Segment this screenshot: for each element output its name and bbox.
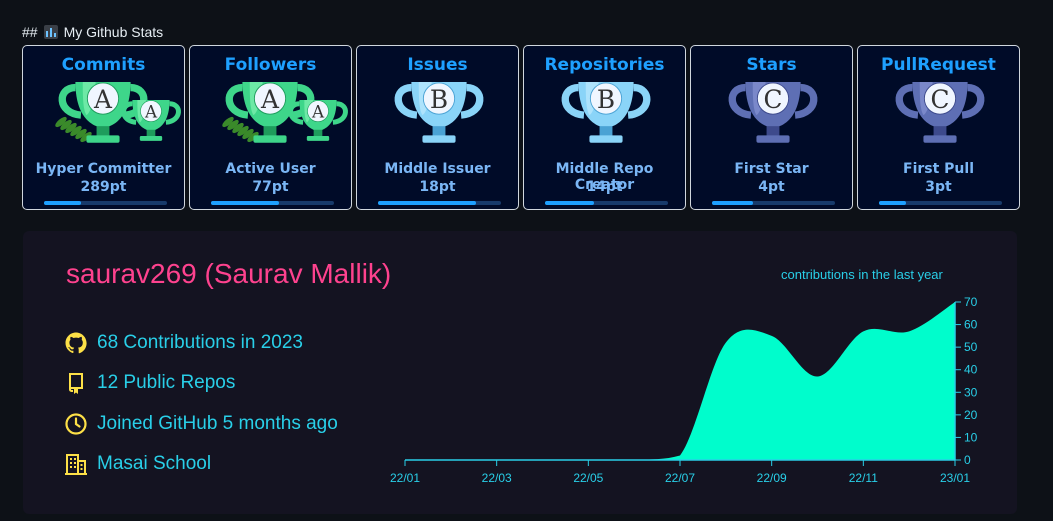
section-heading: ## My Github Stats <box>22 24 163 40</box>
svg-text:B: B <box>430 85 448 114</box>
trophy-name: First Star <box>734 161 809 177</box>
trophy-card-stars: Stars C First Star 4pt <box>690 45 853 210</box>
trophy-small-cup: A <box>288 100 348 141</box>
trophy-progress-bar <box>44 201 167 205</box>
trophy-name: First Pull <box>903 161 974 177</box>
github-stats-card: saurav269 (Saurav Mallik) 68 Contributio… <box>23 231 1017 514</box>
trophy-card-commits: Commits A A Hyper Committer 289pt <box>22 45 185 210</box>
svg-text:A: A <box>260 85 280 114</box>
trophy-progress-fill <box>378 201 477 205</box>
y-tick-label: 30 <box>964 385 978 399</box>
y-tick-label: 60 <box>964 318 978 332</box>
x-tick-label: 22/05 <box>573 471 603 485</box>
trophy-title: Repositories <box>544 55 665 75</box>
trophy-small-cup: A <box>121 100 181 141</box>
trophy-title: Stars <box>746 55 797 75</box>
x-tick-label: 22/07 <box>665 471 695 485</box>
trophy-title: Followers <box>224 55 317 75</box>
trophy-card-repositories: Repositories B Middle Repo Creator 14pt <box>523 45 686 210</box>
svg-text:A: A <box>311 101 325 121</box>
contributions-chart: 22/01 22/03 22/05 22/07 22/09 22/11 23/01 0 10 20… <box>390 295 978 485</box>
bar-chart-icon <box>43 25 58 39</box>
heading-text: My Github Stats <box>63 24 164 40</box>
trophy-cup-icon: A A <box>55 82 181 143</box>
y-tick-label: 0 <box>964 453 971 467</box>
y-tick-label: 20 <box>964 408 978 422</box>
x-tick-label: 22/01 <box>390 471 420 485</box>
trophy-title: Issues <box>407 55 468 75</box>
trophy-main-cup: C <box>895 82 985 143</box>
trophy-main-cup: C <box>728 82 818 143</box>
trophy-points: 289pt <box>80 179 127 195</box>
x-tick-label: 22/09 <box>757 471 787 485</box>
trophy-points: 3pt <box>925 179 952 195</box>
svg-text:B: B <box>597 85 615 114</box>
trophy-title: Commits <box>61 55 146 75</box>
trophy-card-issues: Issues B Middle Issuer 18pt <box>356 45 519 210</box>
svg-text:C: C <box>931 85 950 114</box>
trophy-card-followers: Followers A A Active User 77pt <box>189 45 352 210</box>
trophy-cup-icon: B <box>561 82 651 143</box>
y-tick-label: 10 <box>964 430 978 444</box>
trophy-name: Hyper Committer <box>35 161 172 177</box>
trophy-progress-fill <box>879 201 907 205</box>
trophy-title: PullRequest <box>881 55 996 75</box>
trophy-main-cup: B <box>561 82 651 143</box>
contributions-area <box>405 302 955 460</box>
trophy-cup-icon: C <box>728 82 818 143</box>
heading-prefix: ## <box>22 24 38 40</box>
trophy-cup-icon: C <box>895 82 985 143</box>
trophy-row: Commits A A Hyper Committer 289pt Follower… <box>22 45 1020 210</box>
trophy-points: 4pt <box>758 179 785 195</box>
trophy-progress-bar <box>545 201 668 205</box>
trophy-progress-fill <box>545 201 595 205</box>
trophy-progress-bar <box>378 201 501 205</box>
svg-text:A: A <box>93 85 113 114</box>
trophy-points: 77pt <box>252 179 289 195</box>
trophy-cup-icon: A A <box>222 82 348 143</box>
trophy-progress-fill <box>211 201 279 205</box>
x-tick-label: 22/11 <box>849 471 878 485</box>
trophy-progress-fill <box>712 201 753 205</box>
trophy-main-cup: B <box>394 82 484 143</box>
trophy-points: 18pt <box>419 179 456 195</box>
trophy-progress-bar <box>879 201 1002 205</box>
x-tick-label: 22/03 <box>482 471 512 485</box>
trophy-name: Middle Issuer <box>384 161 491 177</box>
trophy-progress-bar <box>211 201 334 205</box>
svg-text:A: A <box>144 101 158 121</box>
trophy-points: 14pt <box>586 179 623 195</box>
x-tick-label: 23/01 <box>940 471 970 485</box>
y-tick-label: 50 <box>964 340 978 354</box>
trophy-name: Active User <box>225 161 316 177</box>
y-tick-label: 40 <box>964 363 978 377</box>
svg-text:C: C <box>764 85 783 114</box>
trophy-card-pullrequest: PullRequest C First Pull 3pt <box>857 45 1020 210</box>
trophy-progress-bar <box>712 201 835 205</box>
trophy-progress-fill <box>44 201 81 205</box>
y-tick-label: 70 <box>964 295 978 309</box>
trophy-cup-icon: B <box>394 82 484 143</box>
